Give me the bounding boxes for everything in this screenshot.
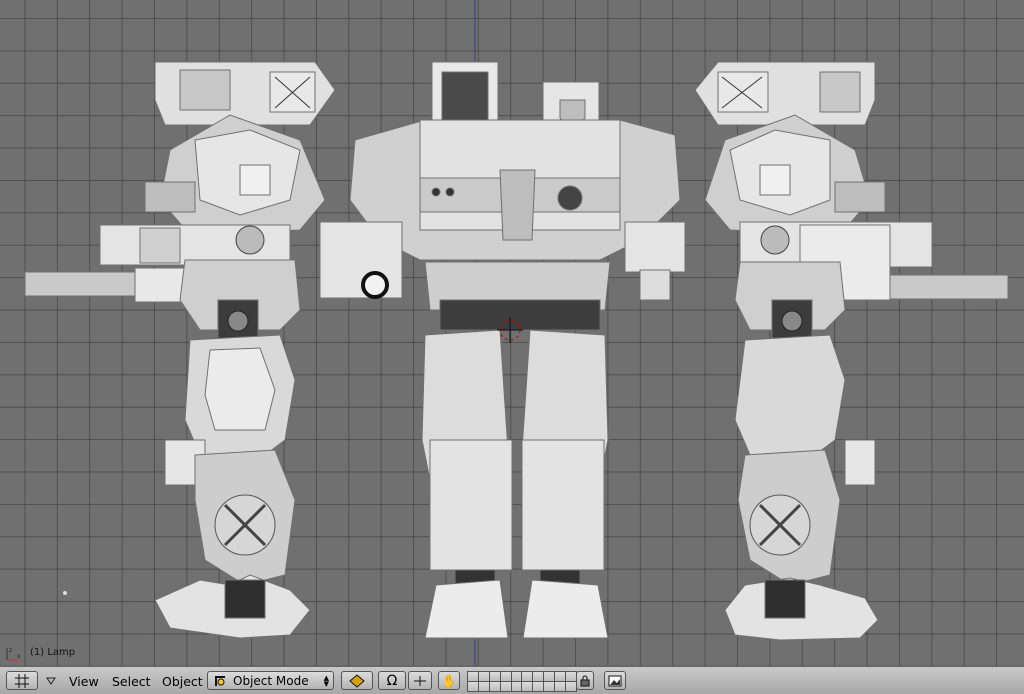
active-object-label: (1) Lamp (30, 647, 76, 658)
manipulator-toggle[interactable] (408, 671, 432, 690)
object-menu[interactable]: Object (162, 672, 203, 690)
object-mode-icon (215, 675, 225, 686)
mech-side-view-left (24, 61, 336, 639)
mech-front-view (319, 61, 686, 639)
layer-buttons-group-2[interactable] (521, 671, 577, 692)
view-menu[interactable]: View (69, 672, 99, 690)
svg-text:z: z (9, 647, 12, 654)
select-menu[interactable]: Select (112, 672, 151, 690)
lamp-point (63, 591, 67, 595)
3d-viewport[interactable]: z x (1) Lamp (0, 0, 1024, 666)
3d-view-header: View Select Object Object Mode ▲ ▼ Ω ✋ (0, 666, 1024, 694)
render-icon (608, 675, 622, 686)
grid-icon (15, 673, 29, 688)
mech-side-view-right (694, 61, 1009, 641)
manipulator-icon (414, 675, 426, 686)
pivot-icon: Ω (386, 672, 398, 689)
grab-tool-button[interactable]: ✋ (438, 671, 460, 690)
axis-gizmo-icon: z x (6, 647, 21, 661)
editor-type-selector[interactable] (6, 671, 38, 690)
pivot-selector[interactable]: Ω (378, 671, 406, 690)
header-collapse-toggle[interactable] (46, 672, 56, 690)
lock-icon (580, 675, 590, 686)
updown-arrows-icon: ▲ ▼ (323, 673, 329, 688)
solid-draw-icon (349, 673, 365, 688)
hand-icon: ✋ (441, 673, 457, 688)
triangle-down-icon (46, 677, 56, 685)
render-preview-button[interactable] (604, 671, 626, 690)
svg-text:x: x (17, 653, 21, 660)
mech-model-wireframe (24, 0, 1009, 666)
mode-selector[interactable]: Object Mode ▲ ▼ (207, 671, 334, 690)
mode-label: Object Mode (233, 673, 309, 688)
draw-type-selector[interactable] (341, 671, 373, 690)
layer-buttons-group-1[interactable] (467, 671, 523, 692)
layer-lock-button[interactable] (576, 671, 594, 690)
